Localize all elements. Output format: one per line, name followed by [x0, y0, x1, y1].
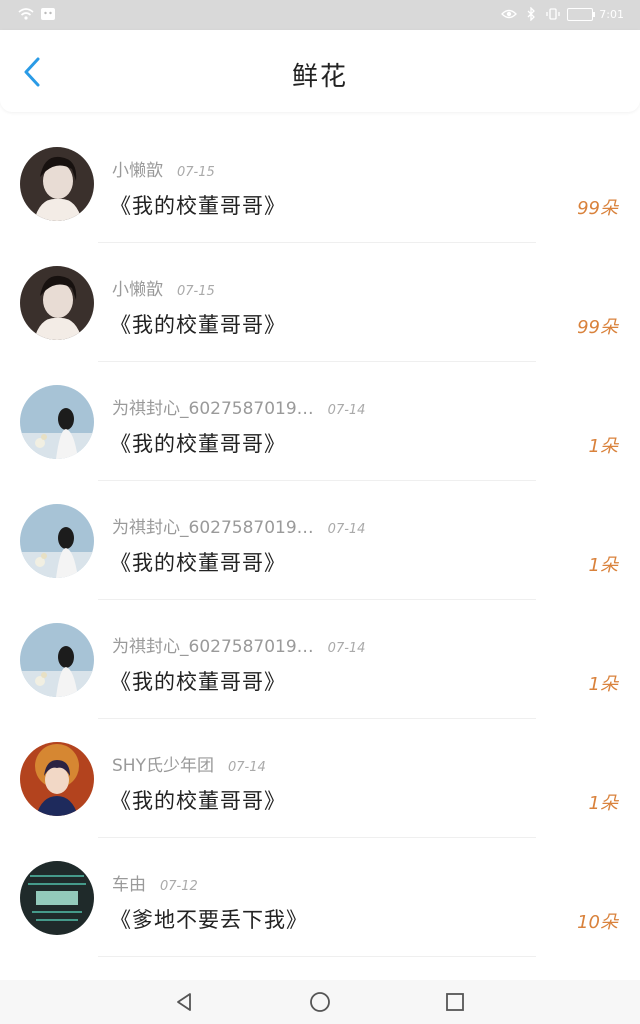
user-name: 为祺封心_6027587019… [112, 399, 314, 419]
user-name: 为祺封心_6027587019… [112, 637, 314, 657]
page-title: 鲜花 [291, 62, 348, 92]
date: 07-14 [227, 760, 266, 775]
list-item[interactable]: 小懒歆 07-15 《我的校董哥哥》 99朵 [0, 243, 640, 362]
nav-home-circle-icon[interactable] [308, 990, 332, 1014]
app-notification-icon [41, 8, 55, 20]
list-item[interactable]: 车由 07-12 《爹地不要丢下我》 10朵 [0, 838, 640, 957]
list-item[interactable]: 小懒歆 07-15 《我的校董哥哥》 99朵 [0, 124, 640, 243]
status-time: 7:01 [599, 7, 624, 21]
eye-icon [501, 9, 518, 19]
flower-count: 99朵 [577, 198, 618, 219]
user-name: 小懒歆 [112, 161, 163, 181]
book-title[interactable]: 《我的校董哥哥》 [110, 547, 286, 577]
date: 07-15 [177, 165, 215, 180]
flower-count: 10朵 [577, 912, 618, 933]
avatar[interactable] [20, 266, 94, 340]
date: 07-14 [327, 641, 366, 656]
list-item[interactable]: 为祺封心_6027587019… 07-14 《我的校董哥哥》 1朵 [0, 481, 640, 600]
date: 07-14 [327, 522, 366, 537]
avatar[interactable] [20, 861, 94, 935]
divider [98, 956, 536, 957]
book-title[interactable]: 《我的校董哥哥》 [110, 785, 286, 815]
battery-icon [567, 7, 596, 21]
list-item[interactable]: 为祺封心_6027587019… 07-14 《我的校董哥哥》 1朵 [0, 362, 640, 481]
flower-list: 小懒歆 07-15 《我的校董哥哥》 99朵 小懒歆 07-15 《我的校董哥哥》 … [0, 124, 640, 957]
flower-count: 1朵 [588, 555, 618, 576]
user-name: 为祺封心_6027587019… [112, 518, 314, 538]
list-item[interactable]: 为祺封心_6027587019… 07-14 《我的校董哥哥》 1朵 [0, 600, 640, 719]
user-name: SHY氏少年团 [112, 756, 214, 776]
flower-count: 1朵 [588, 674, 618, 695]
book-title[interactable]: 《我的校董哥哥》 [110, 666, 286, 696]
flower-count: 1朵 [588, 436, 618, 457]
list-item[interactable]: SHY氏少年团 07-14 《我的校董哥哥》 1朵 [0, 719, 640, 838]
wifi-icon [18, 8, 34, 20]
avatar[interactable] [20, 623, 94, 697]
book-title[interactable]: 《我的校董哥哥》 [110, 309, 286, 339]
book-title[interactable]: 《爹地不要丢下我》 [110, 904, 308, 934]
date: 07-14 [327, 403, 366, 418]
book-title[interactable]: 《我的校董哥哥》 [110, 190, 286, 220]
nav-recent-square-icon[interactable] [443, 990, 467, 1014]
date: 07-12 [160, 879, 198, 894]
avatar[interactable] [20, 147, 94, 221]
bluetooth-icon [527, 7, 536, 21]
book-title[interactable]: 《我的校董哥哥》 [110, 428, 286, 458]
status-bar: 7:01 [0, 0, 640, 30]
user-name: 车由 [112, 875, 146, 895]
header: 鲜花 [0, 30, 640, 112]
vibrate-icon [546, 8, 560, 20]
nav-back-triangle-icon[interactable] [172, 990, 196, 1014]
user-name: 小懒歆 [112, 280, 163, 300]
flower-count: 99朵 [577, 317, 618, 338]
avatar[interactable] [20, 504, 94, 578]
system-nav-bar [0, 980, 640, 1024]
flower-count: 1朵 [588, 793, 618, 814]
avatar[interactable] [20, 742, 94, 816]
avatar[interactable] [20, 385, 94, 459]
date: 07-15 [177, 284, 215, 299]
